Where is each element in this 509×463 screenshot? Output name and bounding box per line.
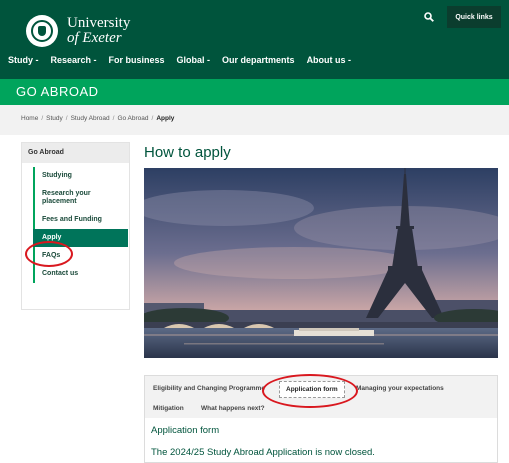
breadcrumb-study[interactable]: Study	[46, 115, 63, 122]
tab-managing-expectations[interactable]: Managing your expectations	[356, 385, 444, 392]
logo-line-2: of Exeter	[67, 30, 122, 46]
eiffel-tower-image	[144, 168, 498, 358]
quick-links-button[interactable]: Quick links	[447, 6, 501, 28]
sidebar-item-studying[interactable]: Studying	[35, 167, 129, 185]
tab-content-text: The 2024/25 Study Abroad Application is …	[151, 447, 375, 458]
tab-mitigation[interactable]: Mitigation	[153, 405, 184, 412]
sidebar-item-fees-funding[interactable]: Fees and Funding	[35, 211, 129, 229]
breadcrumb-go-abroad[interactable]: Go Abroad	[117, 115, 148, 122]
breadcrumb: Home / Study / Study Abroad / Go Abroad …	[21, 115, 174, 122]
sidebar: Go Abroad Studying Research your placeme…	[21, 142, 130, 310]
nav-study[interactable]: Study -	[8, 55, 39, 65]
breadcrumb-separator: /	[151, 115, 154, 122]
tab-content-title: Application form	[151, 425, 220, 436]
nav-our-departments[interactable]: Our departments	[222, 55, 295, 65]
tab-what-happens-next[interactable]: What happens next?	[201, 405, 265, 412]
search-icon	[424, 12, 434, 22]
breadcrumb-separator: /	[65, 115, 68, 122]
nav-research[interactable]: Research -	[51, 55, 97, 65]
annotation-circle-apply	[25, 241, 73, 267]
logo-line-1: University	[67, 15, 131, 31]
breadcrumb-bar: Home / Study / Study Abroad / Go Abroad …	[0, 105, 509, 135]
breadcrumb-study-abroad[interactable]: Study Abroad	[71, 115, 110, 122]
sidebar-heading[interactable]: Go Abroad	[22, 143, 129, 163]
search-button[interactable]	[418, 7, 440, 27]
hero-image	[144, 168, 498, 358]
breadcrumb-home[interactable]: Home	[21, 115, 38, 122]
site-header: University of Exeter Quick links Study -…	[0, 0, 509, 79]
sidebar-item-contact-us[interactable]: Contact us	[35, 265, 129, 283]
page-title: How to apply	[144, 144, 231, 161]
university-logo[interactable]: University of Exeter	[26, 15, 130, 47]
section-band: GO ABROAD	[0, 79, 509, 105]
university-crest-icon	[26, 15, 58, 47]
main-nav: Study - Research - For business Global -…	[8, 55, 363, 65]
breadcrumb-current: Apply	[156, 115, 175, 122]
breadcrumb-separator: /	[41, 115, 44, 122]
tab-eligibility[interactable]: Eligibility and Changing Programme	[153, 385, 265, 392]
annotation-circle-application-form	[262, 374, 358, 408]
nav-global[interactable]: Global -	[177, 55, 211, 65]
sidebar-item-research-placement[interactable]: Research your placement	[35, 185, 113, 211]
breadcrumb-separator: /	[112, 115, 115, 122]
nav-about-us[interactable]: About us -	[307, 55, 352, 65]
section-title[interactable]: GO ABROAD	[16, 84, 99, 99]
nav-for-business[interactable]: For business	[109, 55, 165, 65]
